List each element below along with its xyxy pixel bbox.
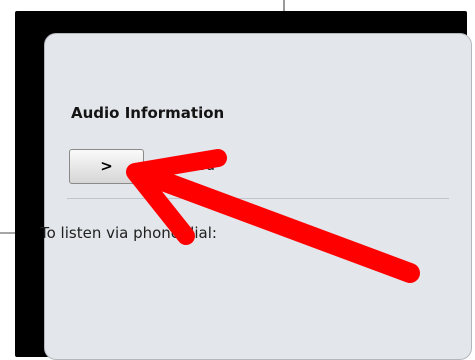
arrow-shaft [150, 170, 420, 283]
annotation-arrow-icon [126, 149, 420, 283]
